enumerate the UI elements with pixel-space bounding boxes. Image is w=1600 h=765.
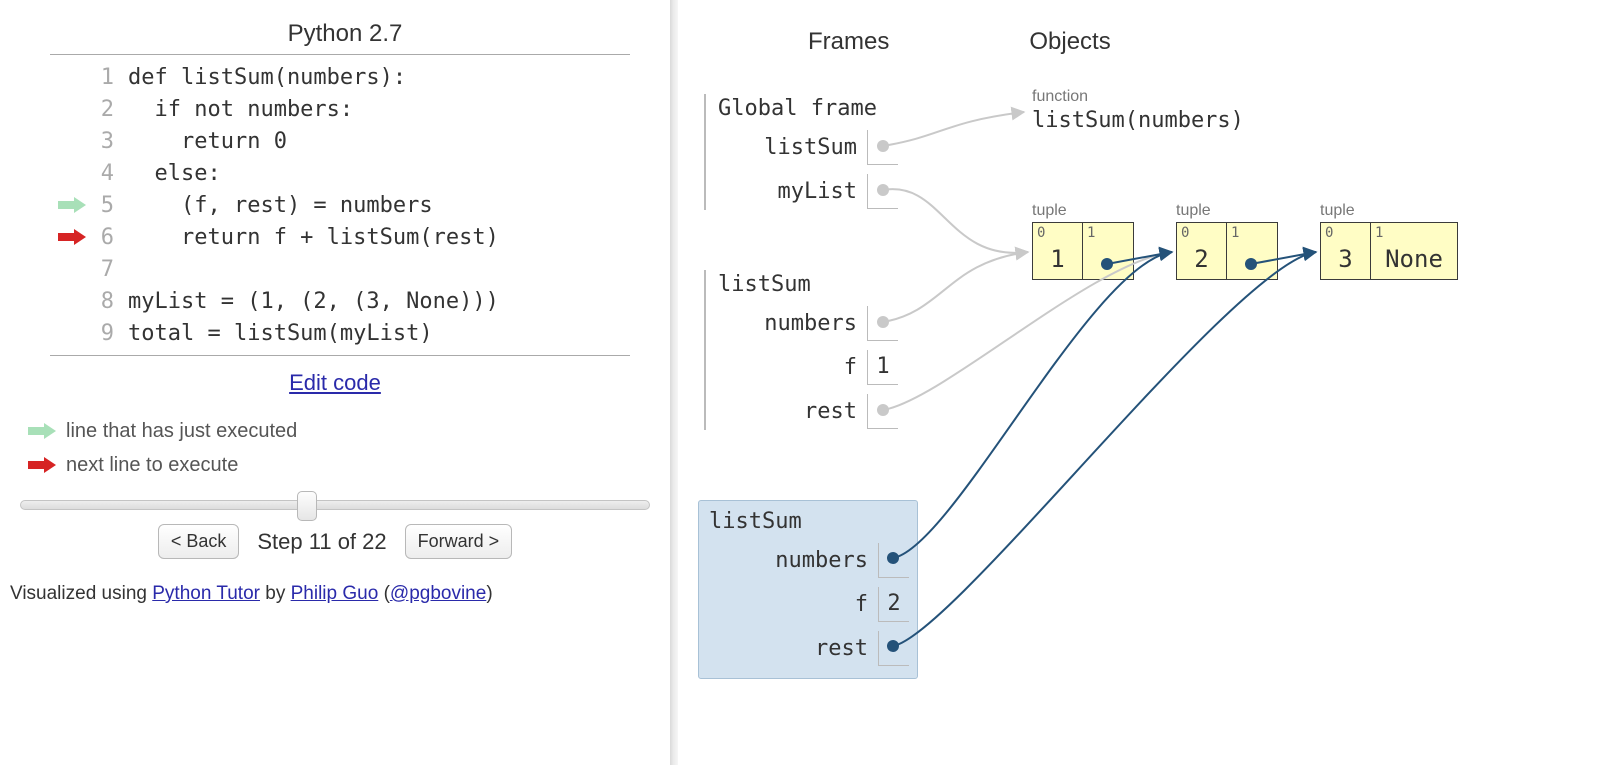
variable-value bbox=[878, 543, 909, 578]
variable-value bbox=[867, 394, 898, 429]
variable-value bbox=[867, 174, 898, 209]
variable-value: 1 bbox=[867, 350, 898, 385]
frame-name: Global frame bbox=[708, 96, 898, 125]
variable-value: 2 bbox=[878, 587, 909, 622]
step-slider[interactable] bbox=[20, 500, 650, 510]
function-object: listSum(numbers) bbox=[1032, 108, 1244, 133]
frame-name: listSum bbox=[708, 272, 898, 301]
code-listing: 1def listSum(numbers):2 if not numbers:3… bbox=[50, 54, 630, 356]
variable-name: numbers bbox=[764, 311, 867, 336]
tuple-object: 021 bbox=[1176, 222, 1278, 280]
line-number: 6 bbox=[92, 225, 114, 250]
line-number: 3 bbox=[92, 129, 114, 154]
line-number: 7 bbox=[92, 257, 114, 282]
just-executed-arrow-icon bbox=[28, 423, 56, 439]
code-line: myList = (1, (2, (3, None))) bbox=[114, 289, 499, 314]
variable-name: numbers bbox=[775, 548, 878, 573]
line-number: 9 bbox=[92, 321, 114, 346]
object-type-label: function bbox=[1032, 88, 1088, 106]
variable-name: f bbox=[855, 592, 878, 617]
line-number: 1 bbox=[92, 65, 114, 90]
language-label: Python 2.7 bbox=[90, 20, 600, 48]
variable-value bbox=[867, 306, 898, 341]
forward-button[interactable]: Forward > bbox=[405, 524, 513, 559]
stack-frame: Global frame listSum myList bbox=[708, 96, 898, 213]
code-line: else: bbox=[114, 161, 221, 186]
back-button[interactable]: < Back bbox=[158, 524, 240, 559]
author-link[interactable]: Philip Guo bbox=[291, 583, 379, 604]
just-executed-arrow-icon bbox=[58, 197, 86, 213]
line-number: 2 bbox=[92, 97, 114, 122]
object-type-label: tuple bbox=[1176, 202, 1211, 220]
line-number: 4 bbox=[92, 161, 114, 186]
stack-frame: listSum numbers f2rest bbox=[698, 500, 918, 679]
slider-thumb[interactable] bbox=[297, 491, 317, 521]
code-line: total = listSum(myList) bbox=[114, 321, 433, 346]
tuple-object: 011 bbox=[1032, 222, 1134, 280]
object-type-label: tuple bbox=[1032, 202, 1067, 220]
code-line: return 0 bbox=[114, 129, 287, 154]
pane-divider bbox=[670, 0, 678, 765]
variable-value bbox=[878, 631, 909, 666]
variable-name: rest bbox=[815, 636, 878, 661]
tuple-object: 031None bbox=[1320, 222, 1458, 280]
variable-name: f bbox=[844, 355, 867, 380]
frame-name: listSum bbox=[699, 509, 909, 538]
stack-frame: listSum numbers f1rest bbox=[708, 272, 898, 433]
credit-text: Visualized using Python Tutor by Philip … bbox=[10, 583, 660, 605]
variable-name: listSum bbox=[764, 135, 867, 160]
variable-name: myList bbox=[778, 179, 867, 204]
objects-header: Objects bbox=[1029, 28, 1110, 56]
code-line: (f, rest) = numbers bbox=[114, 193, 433, 218]
code-line: def listSum(numbers): bbox=[114, 65, 406, 90]
twitter-link[interactable]: @pgbovine bbox=[390, 583, 486, 604]
legend-just-executed: line that has just executed bbox=[66, 414, 297, 448]
variable-value bbox=[867, 130, 898, 165]
legend: line that has just executed next line to… bbox=[28, 414, 660, 482]
line-number: 5 bbox=[92, 193, 114, 218]
python-tutor-link[interactable]: Python Tutor bbox=[152, 583, 260, 604]
legend-next-line: next line to execute bbox=[66, 448, 238, 482]
next-line-arrow-icon bbox=[58, 229, 86, 245]
code-line: return f + listSum(rest) bbox=[114, 225, 499, 250]
variable-name: rest bbox=[804, 399, 867, 424]
line-number: 8 bbox=[92, 289, 114, 314]
object-type-label: tuple bbox=[1320, 202, 1355, 220]
edit-code-link[interactable]: Edit code bbox=[10, 370, 660, 396]
frames-header: Frames bbox=[808, 28, 889, 56]
step-indicator: Step 11 of 22 bbox=[257, 529, 386, 555]
next-line-arrow-icon bbox=[28, 457, 56, 473]
code-line: if not numbers: bbox=[114, 97, 353, 122]
